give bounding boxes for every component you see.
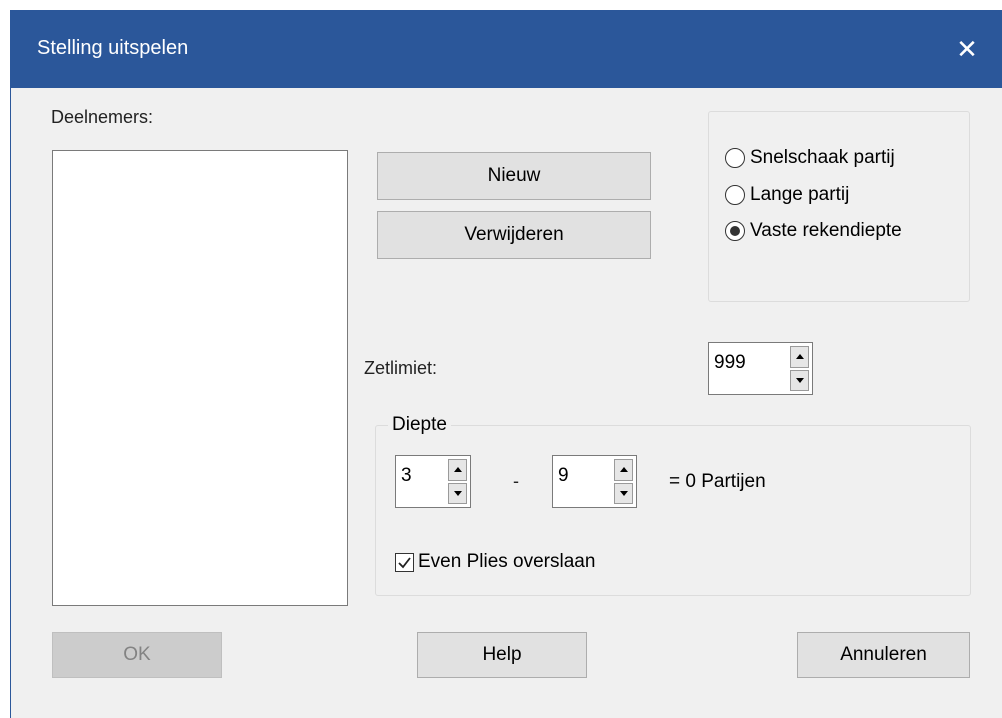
close-icon: ✕ [956, 33, 978, 64]
title-bar: Stelling uitspelen ✕ [11, 10, 1002, 88]
window-title: Stelling uitspelen [37, 37, 189, 59]
depth-legend: Diepte [388, 414, 451, 436]
arrow-up-icon [453, 467, 462, 473]
help-button[interactable]: Help [417, 632, 587, 678]
radio-blitz-label: Snelschaak partij [750, 147, 895, 168]
spin-up-button[interactable] [448, 459, 467, 481]
spin-down-button[interactable] [614, 482, 633, 504]
dialog-window: Stelling uitspelen ✕ Deelnemers: Nieuw V… [10, 10, 1002, 718]
spin-down-button[interactable] [790, 369, 809, 391]
depth-to-value: 9 [558, 465, 569, 486]
depth-from-value: 3 [401, 465, 412, 486]
remove-button[interactable]: Verwijderen [377, 211, 651, 259]
radio-button-icon [725, 185, 745, 205]
move-limit-spinner[interactable]: 999 [708, 342, 813, 395]
arrow-down-icon [619, 490, 628, 496]
radio-long-game-label: Lange partij [750, 184, 850, 205]
ok-button[interactable]: OK [52, 632, 222, 678]
participants-label: Deelnemers: [51, 107, 154, 127]
move-limit-label: Zetlimiet: [364, 358, 438, 378]
skip-even-plies-checkbox[interactable]: Even Plies overslaan [395, 551, 595, 573]
depth-from-spinner[interactable]: 3 [395, 455, 471, 508]
radio-fixed-depth[interactable]: Vaste rekendiepte [725, 220, 902, 242]
depth-group: Diepte 3 - 9 = 0 Partijen Even Plies ove… [375, 414, 971, 596]
arrow-down-icon [453, 490, 462, 496]
arrow-up-icon [795, 354, 804, 360]
radio-long-game[interactable]: Lange partij [725, 184, 849, 206]
spin-up-button[interactable] [614, 459, 633, 481]
participants-list[interactable] [52, 150, 348, 606]
radio-fixed-depth-label: Vaste rekendiepte [750, 220, 902, 241]
radio-blitz[interactable]: Snelschaak partij [725, 147, 895, 169]
game-count-label: = 0 Partijen [669, 471, 766, 492]
depth-to-spinner[interactable]: 9 [552, 455, 637, 508]
move-limit-value: 999 [714, 352, 746, 373]
game-mode-group: Snelschaak partij Lange partij Vaste rek… [708, 111, 970, 302]
radio-button-icon [725, 148, 745, 168]
spin-down-button[interactable] [448, 482, 467, 504]
skip-even-plies-label: Even Plies overslaan [418, 551, 596, 572]
arrow-down-icon [795, 377, 804, 383]
checkbox-checked-icon [395, 552, 414, 572]
radio-button-selected-icon [725, 221, 745, 241]
arrow-up-icon [619, 467, 628, 473]
depth-range-separator: - [513, 471, 519, 491]
new-button[interactable]: Nieuw [377, 152, 651, 200]
close-button[interactable]: ✕ [932, 10, 1002, 88]
cancel-button[interactable]: Annuleren [797, 632, 970, 678]
spin-up-button[interactable] [790, 346, 809, 368]
